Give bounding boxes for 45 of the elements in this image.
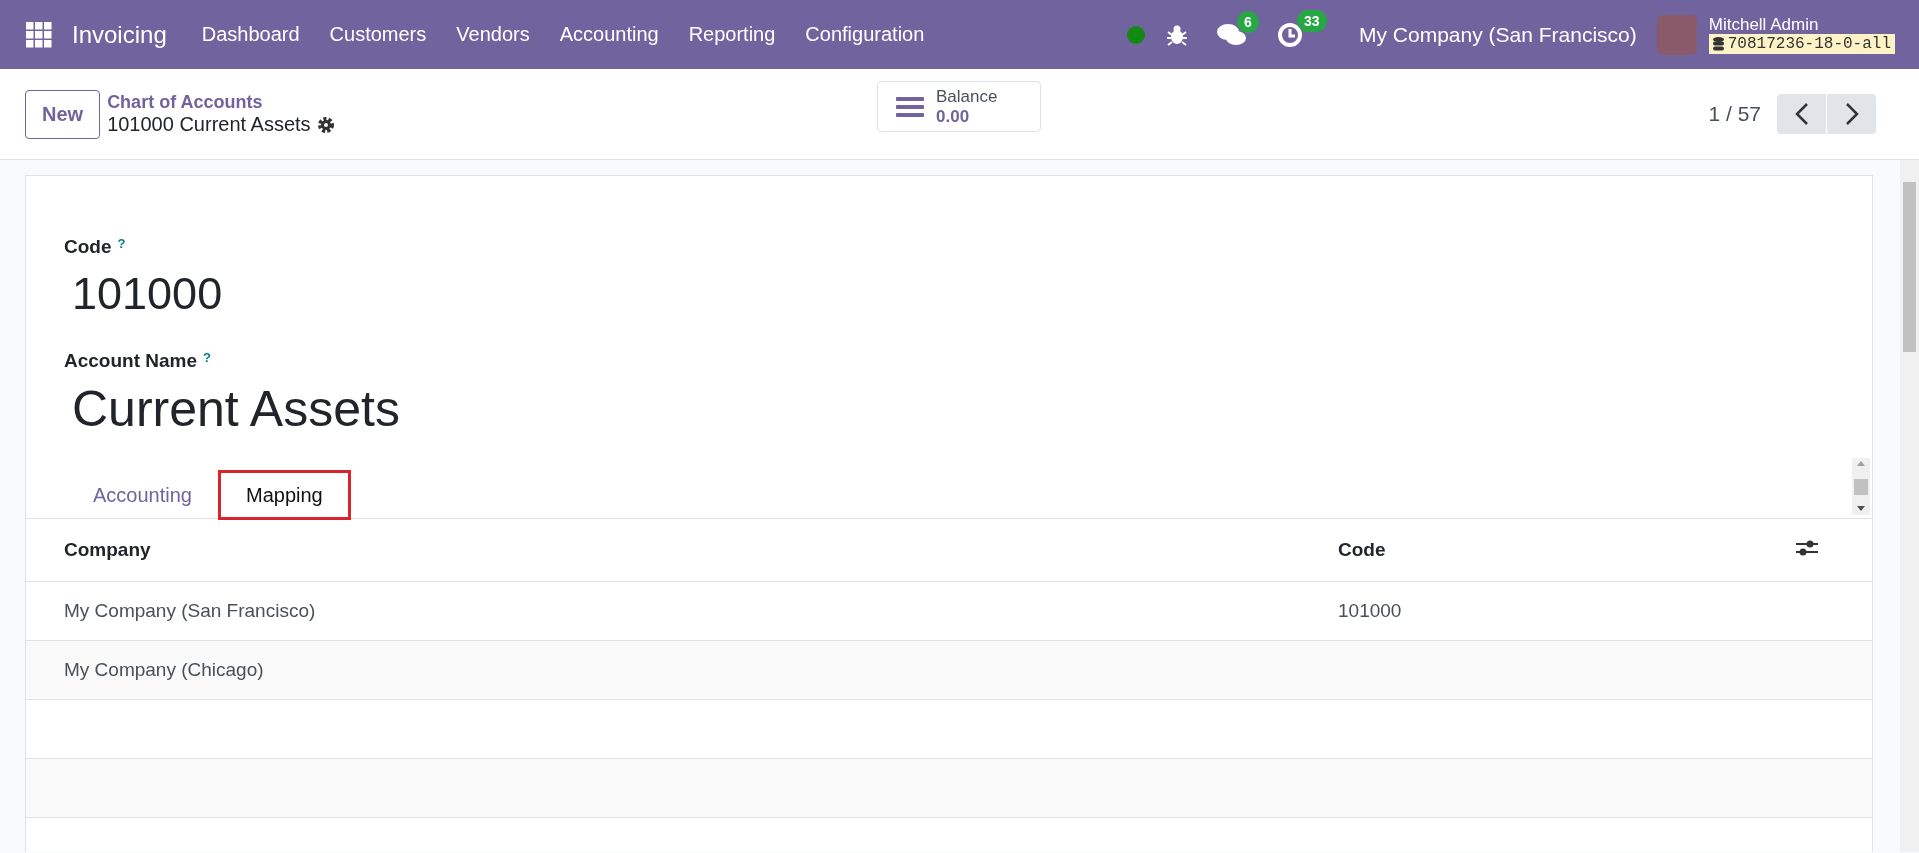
menu-item[interactable]: Vendors [441,23,545,46]
app-name[interactable]: Invoicing [72,20,167,49]
chevron-left-icon [1794,103,1809,125]
table-cell: 101000 [1300,581,1796,641]
menu-item[interactable]: Customers [314,23,442,46]
menu-item[interactable]: Dashboard [186,23,315,46]
previous-button[interactable] [1777,94,1826,134]
new-button[interactable]: New [25,89,101,139]
column-header[interactable]: Company [26,519,1300,582]
breadcrumb-link[interactable]: Chart of Accounts [107,92,335,113]
chat-count-badge: 6 [1237,10,1259,33]
chevron-right-icon [1844,103,1859,125]
database-label: 70817236-18-0-all [1708,33,1895,54]
menu-item[interactable]: Accounting [544,23,674,46]
menu-item[interactable]: Reporting [673,23,791,46]
help-tooltip[interactable]: ? [117,236,126,258]
balance-button[interactable]: Balance 0.00 [877,81,1041,132]
settings-icon[interactable] [316,115,335,134]
list-icon [896,95,924,118]
help-tooltip[interactable]: ? [203,350,211,372]
next-button[interactable] [1827,94,1876,134]
bug-icon[interactable] [1167,23,1187,46]
status-dot-icon [1127,25,1145,44]
database-icon [1712,36,1724,51]
field-label: Code [64,236,112,258]
field-value[interactable]: Current Assets [64,372,1834,458]
company-switcher[interactable]: My Company (San Francisco) [1359,22,1637,47]
record-title: 101000 Current Assets [107,113,311,136]
apps-menu-icon[interactable] [26,21,52,48]
tab[interactable]: Accounting [66,471,219,519]
user-name[interactable]: Mitchell Admin [1708,15,1895,34]
field-value[interactable]: 101000 [64,258,1834,350]
balance-label: Balance [936,86,998,107]
table-cell: My Company (Chicago) [26,640,1300,700]
scrollbar[interactable] [1852,458,1870,515]
table-cell: My Company (San Francisco) [26,581,1300,641]
page-scrollbar[interactable] [1900,160,1919,852]
clock-icon[interactable] [1277,21,1303,48]
field-label: Account Name [64,350,198,372]
pager-counter[interactable]: 1 / 57 [1708,102,1761,126]
tab[interactable]: Mapping [218,471,350,519]
menu-item[interactable]: Configuration [790,23,940,46]
activity-count-badge: 33 [1297,9,1327,32]
column-header[interactable]: Code [1300,519,1796,582]
balance-value: 0.00 [936,106,971,127]
